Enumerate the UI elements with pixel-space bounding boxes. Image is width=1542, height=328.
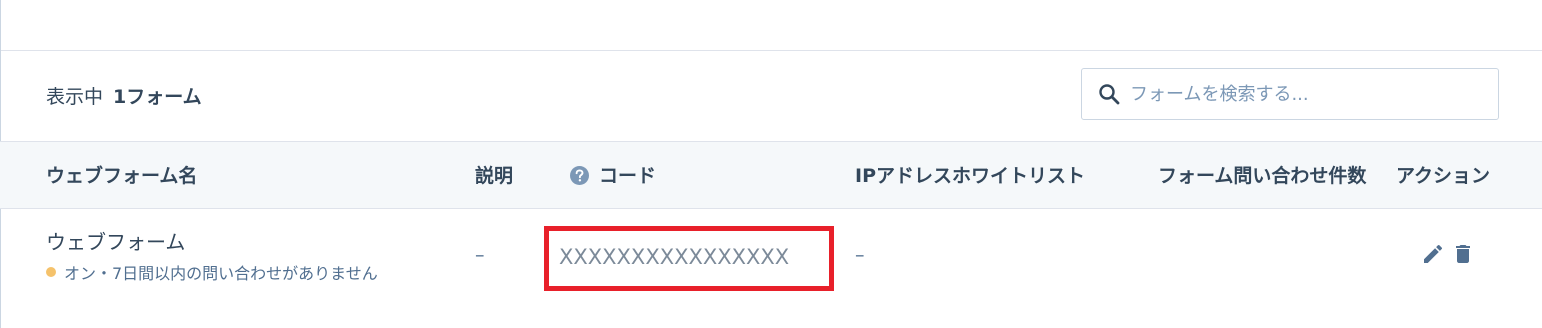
code-highlight-box: XXXXXXXXXXXXXXXX	[544, 226, 834, 291]
header-code[interactable]: コード	[570, 163, 656, 189]
webform-status: オン・7日間以内の問い合わせがありません	[46, 260, 378, 284]
top-band	[0, 0, 1542, 51]
header-webform-name[interactable]: ウェブフォーム名	[46, 163, 197, 189]
edit-icon[interactable]	[1421, 242, 1445, 266]
status-text: オン・7日間以内の問い合わせがありません	[64, 264, 378, 283]
header-ip-whitelist[interactable]: IPアドレスホワイトリスト	[855, 163, 1085, 189]
search-input[interactable]	[1130, 79, 1480, 109]
status-dot-icon	[46, 267, 56, 277]
ip-whitelist-cell: –	[855, 244, 865, 266]
form-count-summary: 表示中 1フォーム	[46, 84, 202, 110]
header-description[interactable]: 説明	[475, 163, 513, 189]
summary-count: 1フォーム	[113, 86, 202, 108]
delete-icon[interactable]	[1451, 242, 1475, 266]
help-icon[interactable]	[570, 166, 589, 185]
code-value[interactable]: XXXXXXXXXXXXXXXX	[559, 237, 829, 277]
header-code-label: コード	[599, 165, 657, 187]
description-cell: –	[475, 244, 485, 266]
header-actions: アクション	[1396, 165, 1491, 187]
table-header: ウェブフォーム名 説明 コード IPアドレスホワイトリスト フォーム問い合わせ件…	[0, 141, 1542, 209]
header-submissions[interactable]: フォーム問い合わせ件数	[1158, 163, 1380, 189]
search-box[interactable]	[1081, 68, 1499, 120]
webform-name-link[interactable]: ウェブフォーム	[46, 226, 185, 255]
summary-label: 表示中	[46, 86, 104, 108]
search-icon	[1098, 83, 1120, 105]
